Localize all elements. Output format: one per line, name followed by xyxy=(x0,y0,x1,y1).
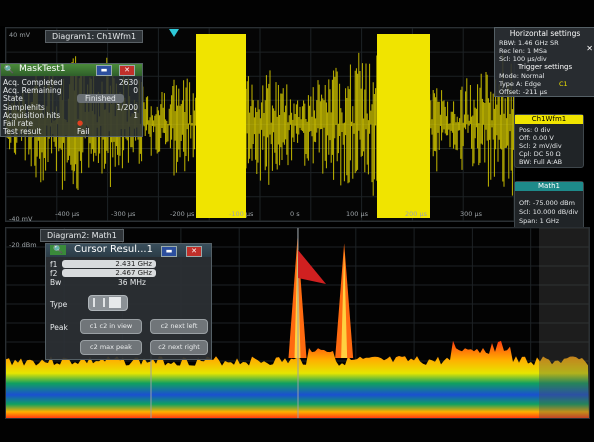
c2-next-left-button[interactable]: c2 next left xyxy=(150,319,208,334)
close-button[interactable]: ✕ xyxy=(186,246,202,257)
f2-value: 2.467 GHz xyxy=(62,269,156,277)
search-icon: 🔍 xyxy=(50,245,66,255)
horizontal-cursor-icon[interactable] xyxy=(109,297,121,308)
horizontal-row-2: Rec len: 1 MSa xyxy=(499,47,547,55)
ch1-row: Cpl: DC 50 Ω xyxy=(519,150,561,158)
math-box-title: Math1 xyxy=(515,182,583,191)
x-axis-label: 200 µs xyxy=(405,210,427,218)
minimize-button[interactable]: ▬ xyxy=(96,65,112,76)
mask-row-value: 0 xyxy=(133,86,138,96)
trigger-channel: C1 xyxy=(559,80,568,88)
horizontal-title: Horizontal settings xyxy=(509,29,581,38)
x-axis-label: -200 µs xyxy=(170,210,195,218)
math-settings-box[interactable]: Math1 Off: -75.000 dBm Scl: 10.000 dB/di… xyxy=(514,181,584,231)
c2-max-peak-button[interactable]: c2 max peak xyxy=(80,340,142,355)
mask-dialog-titlebar[interactable]: 🔍 MaskTest1 ▬ ✕ xyxy=(1,64,142,76)
mask-row-value: Fail xyxy=(77,127,90,137)
ch1-row: BW: Full A:AB xyxy=(519,158,563,166)
f1-label: f1 xyxy=(50,260,58,269)
f1-value: 2.431 GHz xyxy=(62,260,156,268)
mask-test-dialog: 🔍 MaskTest1 ▬ ✕ Acq. Completed 2630 Acq. R… xyxy=(0,63,143,137)
trigger-row-3: Offset: -211 µs xyxy=(499,88,548,96)
signal-burst-1 xyxy=(196,34,246,218)
x-axis-label: -300 µs xyxy=(111,210,136,218)
spectrum-right-shade xyxy=(539,228,589,418)
c2-next-right-button[interactable]: c2 next right xyxy=(150,340,208,355)
x-axis-label: -400 µs xyxy=(55,210,80,218)
ch1-row: Off: 0.00 V xyxy=(519,134,554,142)
cursor-flag xyxy=(298,250,326,284)
minimize-button[interactable]: ▬ xyxy=(161,246,177,257)
c1-c2-in-view-button[interactable]: c1 c2 in view xyxy=(80,319,142,334)
trigger-row-1: Mode: Normal xyxy=(499,72,545,80)
search-icon: 🔍 xyxy=(4,65,14,74)
close-icon[interactable]: ✕ xyxy=(586,44,593,53)
peak-label: Peak xyxy=(50,323,68,332)
bw-label: Bw xyxy=(50,278,62,287)
y-axis-label: 40 mV xyxy=(9,31,31,39)
diagram1-tab[interactable]: Diagram1: Ch1Wfm1 xyxy=(45,30,144,43)
ch1-settings-box[interactable]: Ch1Wfm1 Pos: 0 div Off: 0.00 V Scl: 2 mV… xyxy=(514,114,584,168)
cursor-results-dialog: 🔍 Cursor Resul...1 ▬ ✕ f1 2.431 GHz f2 2… xyxy=(45,243,212,360)
y-axis-label: -20 dBm xyxy=(9,241,37,249)
horizontal-row-3: Scl: 100 µs/div xyxy=(499,55,547,63)
mask-row-value: 1 xyxy=(133,110,138,120)
x-axis-label: 100 µs xyxy=(346,210,368,218)
close-button[interactable]: ✕ xyxy=(119,65,135,76)
top-bar xyxy=(0,0,594,26)
fail-warning-icon: ● xyxy=(77,119,84,127)
ch1-row: Pos: 0 div xyxy=(519,126,551,134)
trigger-title: Trigger settings xyxy=(517,63,573,71)
ch1-box-title: Ch1Wfm1 xyxy=(515,115,583,124)
ch1-row: Scl: 2 mV/div xyxy=(519,142,562,150)
cursor-type-selector[interactable] xyxy=(88,295,128,311)
horizontal-settings-panel[interactable]: Horizontal settings RBW: 1.46 GHz SR Rec… xyxy=(494,27,594,97)
type-label: Type xyxy=(50,300,68,309)
x-axis-label: 300 µs xyxy=(460,210,482,218)
diagram2-tab[interactable]: Diagram2: Math1 xyxy=(40,229,124,242)
trigger-marker-icon[interactable] xyxy=(169,29,179,37)
bottom-bar xyxy=(0,420,594,442)
mask-dialog-title: MaskTest1 xyxy=(19,64,66,74)
math-row: Span: 1 GHz xyxy=(519,217,560,225)
x-axis-label: 0 s xyxy=(290,210,300,218)
f2-label: f2 xyxy=(50,269,58,278)
bw-value: 36 MHz xyxy=(118,278,146,287)
math-row: Off: -75.000 dBm xyxy=(519,199,575,207)
horizontal-row-1: RBW: 1.46 GHz SR xyxy=(499,39,559,47)
y-axis-label: -40 mV xyxy=(9,215,33,223)
math-row: Scl: 10.000 dB/div xyxy=(519,208,579,216)
x-axis-label: -100 µs xyxy=(229,210,254,218)
cursor-dialog-title: Cursor Resul...1 xyxy=(74,244,153,255)
mask-row-label: Test result xyxy=(3,127,42,137)
vertical-cursor-icon[interactable] xyxy=(93,298,105,307)
signal-burst-2 xyxy=(377,34,430,218)
trigger-row-2: Type A: Edge xyxy=(499,80,541,88)
cursor-dialog-titlebar[interactable]: 🔍 Cursor Resul...1 ▬ ✕ xyxy=(46,244,211,257)
